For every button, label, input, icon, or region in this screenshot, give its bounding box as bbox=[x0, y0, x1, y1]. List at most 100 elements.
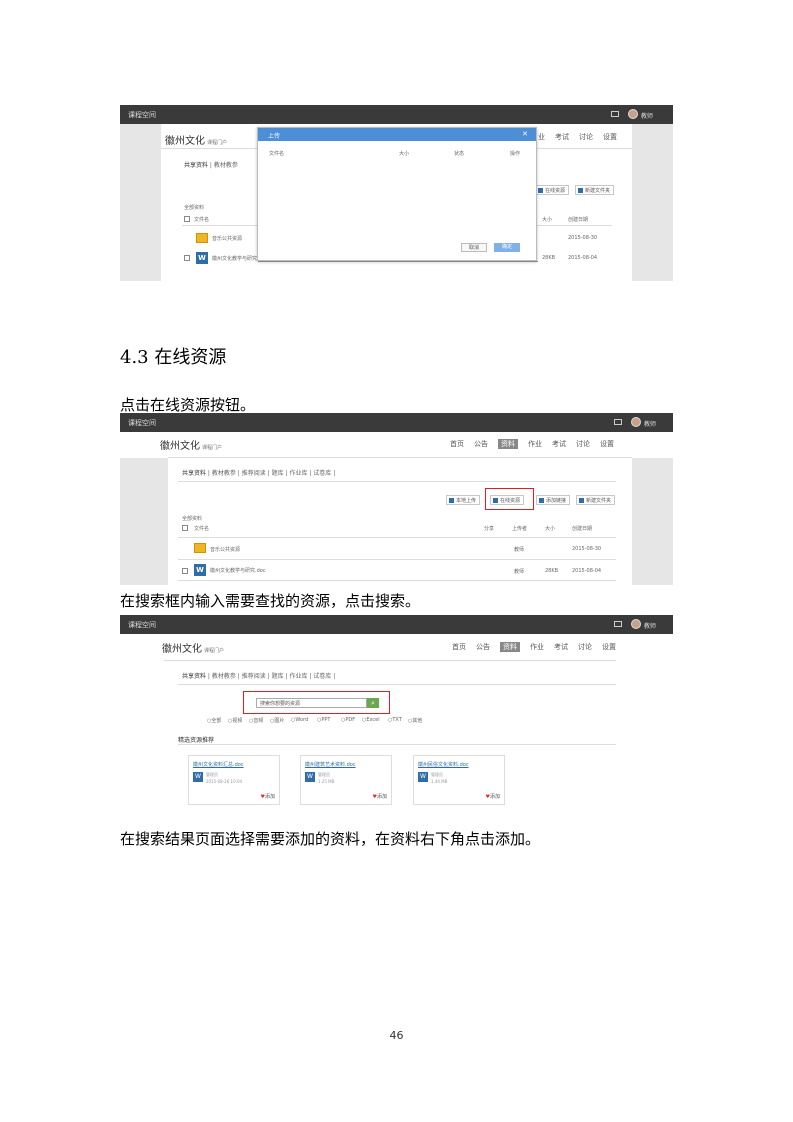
avatar[interactable] bbox=[628, 109, 638, 119]
nav-settings[interactable]: 设置 bbox=[600, 439, 614, 449]
nav-item[interactable]: 讨论 bbox=[579, 132, 593, 142]
dialog-cancel-button[interactable]: 取消 bbox=[461, 243, 487, 252]
row-name[interactable]: 徽州文化教学与研究.doc bbox=[210, 567, 266, 574]
tab-shared[interactable]: 共享资料 bbox=[184, 162, 208, 169]
row-checkbox[interactable] bbox=[184, 255, 190, 261]
nav-material[interactable]: 资料 bbox=[500, 642, 520, 652]
nav-home[interactable]: 首页 bbox=[450, 439, 464, 449]
tab-textbook[interactable]: 教材教参 bbox=[212, 470, 236, 477]
user-name[interactable]: 教师 bbox=[644, 621, 656, 630]
section-heading: 4.3 在线资源 bbox=[120, 347, 227, 368]
nav-material[interactable]: 资料 bbox=[498, 439, 518, 449]
avatar[interactable] bbox=[631, 417, 641, 427]
filter-word[interactable]: ○Word bbox=[291, 717, 308, 723]
nav-homework[interactable]: 作业 bbox=[528, 439, 542, 449]
section-title: 精选资源推荐 bbox=[178, 737, 215, 744]
tab-bar: 共享资料 | 教材教参 bbox=[184, 162, 238, 169]
nav-item[interactable]: 考试 bbox=[555, 132, 569, 142]
divider bbox=[178, 580, 616, 581]
nav-settings[interactable]: 设置 bbox=[602, 642, 616, 652]
add-button[interactable]: ♥添加 bbox=[486, 793, 501, 800]
tab-questions[interactable]: 题库 bbox=[272, 673, 284, 680]
close-icon[interactable]: ✕ bbox=[522, 130, 528, 138]
course-subtitle: 课程门户 bbox=[202, 445, 223, 451]
resource-card[interactable]: 徽州文化资料汇总.doc W 管理员 2015-08-26 10:04 ♥添加 bbox=[188, 755, 280, 805]
row-name[interactable]: 音乐公共资源 bbox=[212, 235, 242, 242]
nav-notice[interactable]: 公告 bbox=[474, 439, 488, 449]
row-name[interactable]: 音乐公共资源 bbox=[210, 546, 240, 553]
mail-icon[interactable] bbox=[614, 621, 622, 627]
course-title: 徽州文化 课程门户 bbox=[160, 437, 222, 452]
card-title[interactable]: 徽州建筑艺术资料.doc bbox=[305, 761, 356, 768]
add-link-button[interactable]: 添加链接 bbox=[536, 495, 571, 505]
tab-textbook[interactable]: 教材教参 bbox=[214, 162, 238, 169]
paragraph-2: 在搜索框内输入需要查找的资源，点击搜索。 bbox=[120, 592, 421, 610]
filter-all[interactable]: ○全部 bbox=[207, 717, 221, 724]
tab-homework-lib[interactable]: 作业库 bbox=[289, 470, 307, 477]
online-resource-button[interactable]: 在线资源 bbox=[535, 185, 570, 195]
gray-side-left bbox=[120, 458, 168, 585]
button-label: 新建文件夹 bbox=[586, 498, 612, 504]
mail-icon[interactable] bbox=[614, 419, 622, 425]
user-name[interactable]: 教师 bbox=[641, 111, 653, 120]
tab-reading[interactable]: 推荐阅读 bbox=[242, 470, 266, 477]
row-checkbox[interactable] bbox=[182, 568, 188, 574]
tab-questions[interactable]: 题库 bbox=[272, 470, 284, 477]
col-share: 分享 bbox=[484, 526, 495, 532]
search-input[interactable]: 搜索你想要的资源 bbox=[256, 698, 367, 708]
button-label: 添加链接 bbox=[546, 498, 567, 504]
resource-card[interactable]: 徽州建筑艺术资料.doc W 管理员 1.25 MB ♥添加 bbox=[300, 755, 392, 805]
filter-txt[interactable]: ○TXT bbox=[388, 717, 402, 723]
new-folder-button[interactable]: 新建文件夹 bbox=[575, 185, 615, 195]
add-button[interactable]: ♥添加 bbox=[373, 793, 388, 800]
row-name[interactable]: 徽州文化教学与研究 bbox=[212, 255, 257, 262]
button-label: 新建文件夹 bbox=[585, 188, 611, 194]
filter-video[interactable]: ○视频 bbox=[228, 717, 242, 724]
nav-item[interactable]: 业 bbox=[538, 132, 545, 142]
brand: 课程空间 bbox=[128, 111, 156, 119]
nav-notice[interactable]: 公告 bbox=[476, 642, 490, 652]
word-doc-icon: W bbox=[305, 772, 315, 782]
filter-ppt[interactable]: ○PPT bbox=[317, 717, 330, 723]
avatar[interactable] bbox=[631, 619, 641, 629]
dialog-col-action: 操作 bbox=[510, 151, 521, 157]
new-folder-button[interactable]: 新建文件夹 bbox=[576, 495, 616, 505]
row-date: 2015-08-04 bbox=[568, 255, 598, 261]
row-date: 2015-08-30 bbox=[568, 235, 598, 241]
filter-excel[interactable]: ○Excel bbox=[362, 717, 380, 723]
filter-image[interactable]: ○图片 bbox=[270, 717, 284, 724]
search-button[interactable]: ⌕ bbox=[367, 698, 379, 708]
tab-textbook[interactable]: 教材教参 bbox=[212, 673, 236, 680]
nav-discuss[interactable]: 讨论 bbox=[576, 439, 590, 449]
filter-audio[interactable]: ○音频 bbox=[249, 717, 263, 724]
dialog-ok-button[interactable]: 确定 bbox=[494, 243, 520, 252]
nav-exam[interactable]: 考试 bbox=[552, 439, 566, 449]
tab-exam-lib[interactable]: 试卷库 bbox=[313, 470, 331, 477]
add-button[interactable]: ♥添加 bbox=[261, 793, 276, 800]
nav-discuss[interactable]: 讨论 bbox=[578, 642, 592, 652]
select-all-checkbox[interactable] bbox=[184, 216, 190, 222]
tab-shared[interactable]: 共享资料 bbox=[182, 470, 206, 477]
mail-icon[interactable] bbox=[611, 111, 619, 117]
nav-home[interactable]: 首页 bbox=[452, 642, 466, 652]
card-date: 2015-08-26 10:04 bbox=[206, 779, 243, 784]
paragraph-1: 点击在线资源按钮。 bbox=[120, 396, 256, 414]
select-all-checkbox[interactable] bbox=[182, 525, 188, 531]
nav-exam[interactable]: 考试 bbox=[554, 642, 568, 652]
tab-shared[interactable]: 共享资料 bbox=[182, 673, 206, 680]
filter-pdf[interactable]: ○PDF bbox=[341, 717, 355, 723]
tab-homework-lib[interactable]: 作业库 bbox=[289, 673, 307, 680]
card-title[interactable]: 徽州文化资料汇总.doc bbox=[193, 761, 244, 768]
tab-reading[interactable]: 推荐阅读 bbox=[242, 673, 266, 680]
card-title[interactable]: 徽州民俗文化资料.doc bbox=[418, 761, 469, 768]
tab-exam-lib[interactable]: 试卷库 bbox=[313, 673, 331, 680]
filter-other[interactable]: ○其他 bbox=[408, 717, 422, 724]
row-size: 28KB bbox=[542, 255, 556, 261]
nav-item[interactable]: 设置 bbox=[603, 132, 617, 142]
user-name[interactable]: 教师 bbox=[644, 419, 656, 428]
nav-homework[interactable]: 作业 bbox=[530, 642, 544, 652]
button-label: 在线资源 bbox=[545, 188, 566, 194]
col-size: 大小 bbox=[545, 526, 556, 532]
local-upload-button[interactable]: 本地上传 bbox=[446, 495, 481, 505]
resource-card[interactable]: 徽州民俗文化资料.doc W 管理员 1.44 MB ♥添加 bbox=[413, 755, 505, 805]
